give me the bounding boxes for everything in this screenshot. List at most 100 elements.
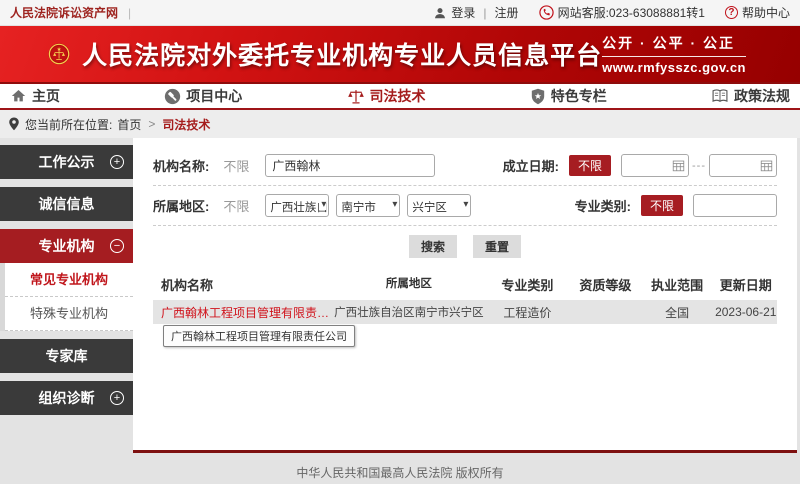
district-select-value: 兴宁区 [412, 199, 447, 215]
content-area: 工作公示 + 诚信信息 专业机构 − 常见专业机构 特殊专业机构 专家库 组织诊… [0, 138, 800, 453]
site-banner: 人民法院对外委托专业机构专业人员信息平台 公开 · 公平 · 公正 www.rm… [0, 26, 800, 82]
category-group: 专业类别: 不限 [575, 194, 777, 217]
help-label: 帮助中心 [742, 4, 790, 21]
category-unlimited-button[interactable]: 不限 [641, 195, 683, 216]
founded-date-group: 成立日期: 不限 --- [503, 154, 777, 177]
sidebar: 工作公示 + 诚信信息 专业机构 − 常见专业机构 特殊专业机构 专家库 组织诊… [0, 138, 133, 453]
results-table: 机构名称 所属地区 专业类别 资质等级 执业范围 更新日期 广西翰林工程项目管理… [153, 269, 777, 324]
court-emblem-logo [48, 33, 70, 75]
calendar-icon [672, 159, 685, 172]
user-icon [433, 6, 447, 20]
main-nav: 主页 项目中心 司法技术 特色专栏 政策法规 [0, 82, 800, 110]
page-footer: 中华人民共和国最高人民法院 版权所有 [0, 453, 800, 484]
org-name-label: 机构名称: [153, 156, 209, 175]
litigation-assets-site-link[interactable]: 人民法院诉讼资产网 [10, 4, 118, 21]
founded-date-unlimited-button[interactable]: 不限 [569, 155, 611, 176]
website-url: www.rmfysszc.gov.cn [602, 60, 746, 75]
sidebar-submenu: 常见专业机构 特殊专业机构 [0, 263, 133, 331]
nav-label: 主页 [32, 86, 60, 106]
register-label: 注册 [495, 4, 519, 21]
sidebar-item-label: 专家库 [46, 348, 88, 364]
topbar-right: 登录 | 注册 网站客服:023-63088881转1 ? 帮助中心 [433, 4, 790, 21]
circle-plus-icon: + [110, 155, 124, 169]
nav-item-policies-regulations[interactable]: 政策法规 [711, 86, 790, 106]
date-start-input[interactable] [621, 154, 689, 177]
nav-item-home[interactable]: 主页 [10, 86, 60, 106]
date-range-separator: --- [692, 160, 706, 172]
breadcrumb-prefix: 您当前所在位置: [25, 116, 112, 133]
region-label: 所属地区: [153, 196, 209, 215]
nav-item-project-center[interactable]: 项目中心 [164, 86, 242, 106]
sidebar-item-expert-pool[interactable]: 专家库 [0, 339, 133, 373]
sidebar-item-label: 组织诊断 [39, 390, 95, 406]
reset-button[interactable]: 重置 [473, 235, 521, 258]
gavel-circle-icon [164, 88, 181, 105]
breadcrumb-current: 司法技术 [162, 116, 210, 133]
login-label: 登录 [451, 4, 475, 21]
hotline-group: 网站客服:023-63088881转1 [539, 4, 705, 21]
breadcrumb-home-link[interactable]: 首页 [117, 116, 141, 133]
nav-label: 政策法规 [734, 86, 790, 106]
city-select[interactable]: 南宁市 ▾ [336, 194, 400, 217]
sidebar-subitem-common-orgs[interactable]: 常见专业机构 [5, 263, 133, 297]
nav-label: 项目中心 [186, 86, 242, 106]
column-header-org-name: 机构名称 [153, 275, 334, 294]
page: 人民法院诉讼资产网 | 登录 | 注册 网站客服:023-63088881转1 … [0, 0, 800, 484]
sidebar-item-label: 工作公示 [39, 154, 95, 170]
nav-item-judicial-technology[interactable]: 司法技术 [347, 86, 426, 106]
topbar-left: 人民法院诉讼资产网 | [10, 4, 131, 21]
org-name-input[interactable] [265, 154, 435, 177]
help-icon: ? [725, 6, 738, 19]
circle-plus-icon: + [110, 391, 124, 405]
founded-date-label: 成立日期: [503, 156, 559, 175]
sidebar-subitem-special-orgs[interactable]: 特殊专业机构 [5, 297, 133, 331]
org-region-cell: 广西壮族自治区南宁市兴宁区 [334, 304, 484, 320]
help-center-link[interactable]: ? 帮助中心 [725, 4, 790, 21]
search-button[interactable]: 搜索 [409, 235, 457, 258]
date-end-input[interactable] [709, 154, 777, 177]
sidebar-item-work-publicity[interactable]: 工作公示 + [0, 145, 133, 179]
location-pin-icon [8, 117, 20, 131]
nav-item-featured-column[interactable]: 特色专栏 [530, 86, 607, 106]
table-header-row: 机构名称 所属地区 专业类别 资质等级 执业范围 更新日期 [153, 269, 777, 300]
sidebar-item-integrity-info[interactable]: 诚信信息 [0, 187, 133, 221]
chevron-down-icon: ▾ [319, 199, 326, 210]
hotline-label: 网站客服:023-63088881转1 [558, 4, 705, 21]
nav-label: 司法技术 [370, 86, 426, 106]
table-row[interactable]: 广西翰林工程项目管理有限责任... 广西壮族自治区南宁市兴宁区 工程造价 全国 … [153, 300, 777, 324]
column-header-grade: 资质等级 [571, 275, 640, 294]
main-panel: 机构名称: 不限 成立日期: 不限 --- [133, 138, 797, 453]
nav-label: 特色专栏 [551, 86, 607, 106]
column-header-region: 所属地区 [334, 275, 484, 294]
action-buttons-row: 搜索 重置 [153, 226, 777, 265]
login-link[interactable]: 登录 [433, 4, 475, 21]
org-name-link[interactable]: 广西翰林工程项目管理有限责任... [153, 304, 334, 321]
filter-row-1: 机构名称: 不限 成立日期: 不限 --- [153, 146, 777, 186]
calendar-icon [760, 159, 773, 172]
phone-icon [539, 5, 554, 20]
org-category-cell: 工程造价 [484, 304, 571, 321]
register-link[interactable]: 注册 [495, 4, 519, 21]
sidebar-item-professional-orgs[interactable]: 专业机构 − [0, 229, 133, 263]
category-input[interactable] [693, 194, 777, 217]
breadcrumb-separator: > [148, 117, 155, 131]
city-select-value: 南宁市 [341, 199, 376, 215]
province-select[interactable]: 广西壮族自治 ▾ [265, 194, 329, 217]
sidebar-item-org-diagnosis[interactable]: 组织诊断 + [0, 381, 133, 415]
column-header-updated: 更新日期 [715, 275, 777, 294]
page-title: 人民法院对外委托专业机构专业人员信息平台 [82, 36, 602, 72]
org-name-group: 机构名称: 不限 [153, 154, 435, 177]
home-icon [10, 88, 27, 104]
breadcrumb: 您当前所在位置: 首页 > 司法技术 [0, 110, 800, 138]
district-select[interactable]: 兴宁区 ▾ [407, 194, 471, 217]
org-name-unlimited-option[interactable]: 不限 [223, 156, 249, 175]
region-group: 所属地区: 不限 广西壮族自治 ▾ 南宁市 ▾ 兴宁区 ▾ [153, 194, 478, 217]
slogan-text: 公开 · 公平 · 公正 [602, 33, 746, 57]
org-updated-cell: 2023-06-21 [715, 305, 777, 319]
circle-minus-icon: − [110, 239, 124, 253]
top-utility-bar: 人民法院诉讼资产网 | 登录 | 注册 网站客服:023-63088881转1 … [0, 0, 800, 26]
chevron-down-icon: ▾ [461, 199, 468, 210]
region-unlimited-option[interactable]: 不限 [223, 196, 249, 215]
chevron-down-icon: ▾ [390, 199, 397, 210]
sidebar-item-label: 专业机构 [39, 238, 95, 254]
